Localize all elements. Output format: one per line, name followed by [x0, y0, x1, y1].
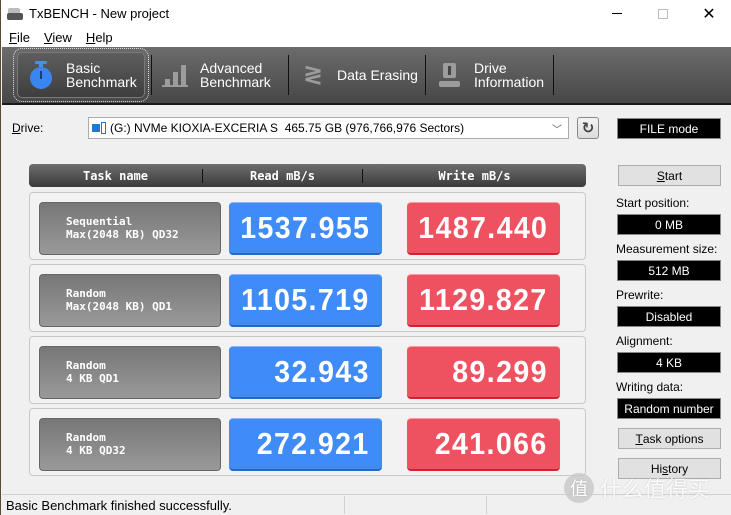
- drive-selected-value: (G:) NVMe KIOXIA-EXCERIA S 465.75 GB (97…: [110, 121, 465, 135]
- measurement-size-field[interactable]: 512 MB: [617, 260, 721, 281]
- tab-advanced-benchmark-label: Advanced Benchmark: [200, 60, 271, 90]
- close-button[interactable]: ✕: [686, 0, 731, 27]
- status-segment: [344, 496, 486, 514]
- tab-basic-benchmark-label: Basic Benchmark: [66, 60, 137, 90]
- menu-help-accel: H: [85, 29, 96, 45]
- read-value: 32.943: [229, 346, 382, 399]
- table-row: Random 4 KB QD1 32.943 89.299: [29, 336, 586, 404]
- task-options-label: ask options: [642, 431, 704, 446]
- task-options-accel: T: [635, 431, 643, 446]
- maximize-button[interactable]: [640, 0, 686, 27]
- task-options-button[interactable]: Task options: [618, 428, 721, 449]
- tab-basic-benchmark[interactable]: Basic Benchmark: [13, 48, 149, 102]
- maximize-icon: [658, 8, 668, 19]
- header-write: Write mB/s: [438, 168, 511, 183]
- menu-help[interactable]: Help: [78, 30, 119, 45]
- header-task-name: Task name: [29, 168, 203, 183]
- read-value-text: 32.943: [274, 354, 370, 389]
- minimize-button[interactable]: [594, 0, 640, 27]
- stopwatch-icon: [28, 61, 56, 89]
- task-button[interactable]: Sequential Max(2048 KB) QD32: [39, 202, 221, 255]
- start-button[interactable]: Start: [618, 165, 721, 186]
- tab-advanced-benchmark[interactable]: Advanced Benchmark: [152, 52, 288, 98]
- refresh-button[interactable]: ↻: [577, 117, 599, 139]
- prewrite-field[interactable]: Disabled: [617, 306, 721, 327]
- header-read: Read mB/s: [203, 168, 363, 183]
- tab-drive-information[interactable]: Drive Information: [426, 52, 553, 98]
- write-value-text: 89.299: [452, 354, 548, 389]
- task-button[interactable]: Random 4 KB QD1: [39, 346, 221, 399]
- drive-icon: [92, 122, 106, 134]
- read-value: 1537.955: [229, 202, 382, 255]
- menu-help-label: elp: [95, 29, 113, 45]
- eraser-icon: ≷: [302, 61, 324, 88]
- watermark-text: 什么值得买: [600, 477, 711, 502]
- drive-select[interactable]: (G:) NVMe KIOXIA-EXCERIA S 465.75 GB (97…: [88, 117, 569, 139]
- menu-bar: File View Help: [1, 27, 731, 47]
- task-button[interactable]: Random Max(2048 KB) QD1: [39, 274, 221, 327]
- writing-data-field[interactable]: Random number: [617, 398, 721, 419]
- tab-divider: [553, 55, 554, 95]
- alignment-field[interactable]: 4 KB: [617, 352, 721, 373]
- table-row: Sequential Max(2048 KB) QD32 1537.955 14…: [29, 192, 586, 260]
- write-value: 1487.440: [407, 202, 560, 255]
- drive-label-text: rive:: [20, 121, 44, 135]
- table-row: Random 4 KB QD32 272.921 241.066: [29, 408, 586, 476]
- status-text: Basic Benchmark finished successfully.: [6, 497, 232, 513]
- measurement-size-label: Measurement size:: [616, 242, 718, 256]
- task-button[interactable]: Random 4 KB QD32: [39, 418, 221, 471]
- read-value-text: 1537.955: [239, 210, 370, 245]
- app-icon: [7, 7, 23, 20]
- menu-view[interactable]: View: [36, 30, 78, 45]
- drive-info-icon: [436, 61, 464, 89]
- menu-view-label: iew: [52, 29, 72, 45]
- read-value: 272.921: [229, 418, 382, 471]
- bar-chart-icon: [162, 61, 190, 89]
- alignment-label: Alignment:: [616, 334, 673, 348]
- drive-label-accel: D: [12, 121, 21, 135]
- write-value: 241.066: [407, 418, 560, 471]
- writing-data-label: Writing data:: [616, 380, 684, 394]
- prewrite-label: Prewrite:: [616, 288, 664, 302]
- results-table-header: Task name Read mB/s Write mB/s: [29, 164, 586, 187]
- read-value-text: 1105.719: [241, 282, 370, 317]
- menu-file-accel: F: [9, 29, 17, 45]
- read-value: 1105.719: [229, 274, 382, 327]
- app-window: TxBENCH - New project ✕ File View Help B…: [0, 0, 731, 515]
- table-row: Random Max(2048 KB) QD1 1105.719 1129.82…: [29, 264, 586, 332]
- tab-drive-information-label: Drive Information: [474, 60, 545, 90]
- menu-file-label: ile: [16, 29, 30, 45]
- read-value-text: 272.921: [257, 426, 370, 461]
- close-icon: ✕: [702, 5, 716, 23]
- write-value-text: 241.066: [435, 426, 548, 461]
- write-value: 1129.827: [407, 274, 560, 327]
- mode-indicator: FILE mode: [617, 118, 721, 139]
- start-position-field[interactable]: 0 MB: [617, 214, 721, 235]
- start-position-label: Start position:: [616, 196, 690, 210]
- chevron-down-icon[interactable]: ﹀: [552, 121, 562, 136]
- refresh-icon: ↻: [581, 120, 595, 137]
- watermark-badge: 值: [564, 473, 594, 503]
- write-value-text: 1129.827: [419, 282, 548, 317]
- start-accel: S: [656, 168, 665, 183]
- watermark: 值 什么值得买: [564, 472, 710, 504]
- window-controls: ✕: [594, 0, 731, 27]
- menu-file[interactable]: File: [1, 30, 36, 45]
- write-value: 89.299: [407, 346, 560, 399]
- start-label: tart: [664, 168, 683, 183]
- title-bar: TxBENCH - New project ✕: [1, 0, 731, 27]
- minimize-icon: [612, 13, 622, 14]
- window-title: TxBENCH - New project: [29, 6, 170, 21]
- main-toolbar: Basic Benchmark Advanced Benchmark ≷ Dat…: [2, 47, 731, 105]
- drive-label: Drive:: [12, 121, 43, 135]
- tab-data-erasing-label: Data Erasing: [337, 67, 418, 83]
- write-value-text: 1487.440: [417, 210, 548, 245]
- tab-data-erasing[interactable]: ≷ Data Erasing: [289, 52, 425, 98]
